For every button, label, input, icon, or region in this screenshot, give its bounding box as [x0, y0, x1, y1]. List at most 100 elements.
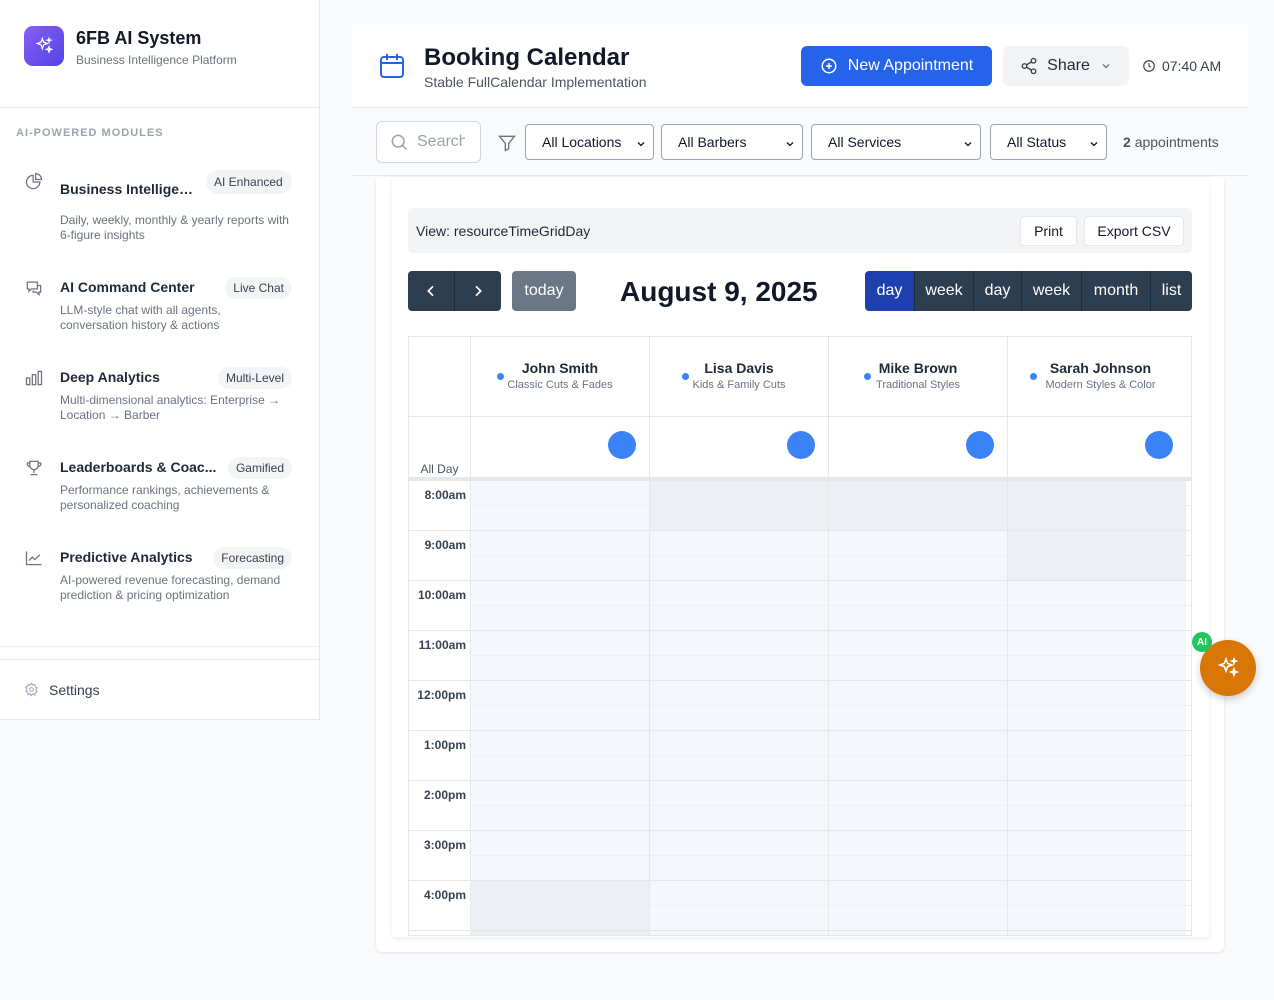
sidebar-item-business-intelligence[interactable]: Business Intelligen... AI Enhanced Daily…: [24, 170, 296, 250]
nav-button-group: [408, 271, 501, 311]
all-day-label: All Day: [420, 462, 459, 476]
location-select[interactable]: All Locations: [525, 124, 654, 160]
sparkles-icon: [1216, 656, 1240, 680]
module-title: Deep Analytics: [60, 369, 160, 385]
all-day-event-dot[interactable]: [787, 431, 815, 459]
clock: 07:40 AM: [1142, 58, 1221, 74]
chat-icon: [24, 278, 44, 298]
pie-chart-icon: [24, 172, 44, 192]
status-select[interactable]: All Status: [990, 124, 1107, 160]
view-week-button-2[interactable]: week: [1021, 271, 1081, 311]
status-select-value: All Status: [1007, 134, 1067, 150]
new-appointment-label: New Appointment: [847, 57, 974, 74]
page-header: Booking Calendar Stable FullCalendar Imp…: [352, 24, 1248, 108]
time-label: 3:00pm: [423, 838, 466, 852]
search-input[interactable]: Search: [376, 121, 481, 163]
resource-dot: [497, 373, 504, 380]
time-label: 4:00pm: [423, 888, 466, 902]
sidebar-item-leaderboards[interactable]: Leaderboards & Coac... Gamified Performa…: [24, 456, 296, 516]
resource-specialty: Modern Styles & Color: [1045, 379, 1156, 391]
section-label: AI-POWERED MODULES: [16, 127, 164, 139]
resource-dot: [682, 373, 689, 380]
time-slots-area: 8:00am 9:00am 10:00am 11:00am 12:00pm 1:…: [409, 480, 1191, 935]
resource-dot: [1030, 373, 1037, 380]
bar-chart-icon: [24, 368, 44, 388]
next-button[interactable]: [454, 271, 500, 311]
sidebar-item-predictive-analytics[interactable]: Predictive Analytics Forecasting AI-powe…: [24, 546, 296, 622]
module-title: Leaderboards & Coac...: [60, 459, 217, 475]
sidebar-item-deep-analytics[interactable]: Deep Analytics Multi-Level Multi-dimensi…: [24, 366, 296, 426]
resource-name: Mike Brown: [878, 360, 958, 376]
brand-header[interactable]: 6FB AI System Business Intelligence Plat…: [0, 0, 319, 108]
module-badge: Forecasting: [213, 547, 292, 569]
module-title: Business Intelligen...: [60, 181, 196, 197]
view-info-bar: View: resourceTimeGridDay Print Export C…: [408, 208, 1192, 253]
share-icon: [1020, 57, 1038, 75]
all-day-event-dot[interactable]: [1145, 431, 1173, 459]
view-switcher: day week day week month list: [865, 271, 1192, 311]
module-badge: Multi-Level: [217, 367, 292, 389]
filter-bar: Search All Locations All Barbers All Ser…: [352, 108, 1248, 176]
time-label: 9:00am: [424, 538, 466, 552]
resource-time-grid: John Smith Classic Cuts & Fades Lisa Dav…: [408, 336, 1192, 936]
barber-select[interactable]: All Barbers: [661, 124, 803, 160]
view-list-button[interactable]: list: [1150, 271, 1192, 311]
module-description: LLM-style chat with all agents, conversa…: [60, 303, 221, 332]
module-badge: Live Chat: [225, 277, 292, 299]
resource-name: Lisa Davis: [704, 360, 774, 376]
page-subtitle: Stable FullCalendar Implementation: [424, 74, 647, 90]
settings-link[interactable]: Settings: [0, 659, 319, 719]
print-button[interactable]: Print: [1020, 216, 1077, 246]
module-badge: AI Enhanced: [206, 170, 292, 194]
chevron-left-icon: [423, 283, 439, 299]
module-title: Predictive Analytics: [60, 549, 193, 565]
view-day-button-2[interactable]: day: [973, 271, 1021, 311]
prev-button[interactable]: [408, 271, 454, 311]
new-appointment-button[interactable]: New Appointment: [801, 46, 992, 86]
appointment-count-label: appointments: [1134, 134, 1219, 150]
location-select-value: All Locations: [542, 134, 622, 150]
module-description: Multi-dimensional analytics: Enterprise …: [60, 393, 281, 422]
resource-header[interactable]: John Smith Classic Cuts & Fades: [470, 337, 649, 416]
today-button[interactable]: today: [512, 271, 576, 311]
resource-column[interactable]: [470, 480, 649, 935]
appointment-count: 2 appointments: [1123, 134, 1219, 150]
all-day-row: All Day: [409, 416, 1191, 481]
calendar-card: View: resourceTimeGridDay Print Export C…: [376, 177, 1224, 952]
resource-header[interactable]: Lisa Davis Kids & Family Cuts: [649, 337, 828, 416]
view-month-button[interactable]: month: [1081, 271, 1150, 311]
settings-label: Settings: [49, 681, 100, 698]
resource-header[interactable]: Mike Brown Traditional Styles: [828, 337, 1007, 416]
export-csv-button[interactable]: Export CSV: [1084, 216, 1184, 246]
view-label: View: resourceTimeGridDay: [416, 223, 591, 239]
chevron-down-icon: [635, 137, 647, 153]
sidebar-item-ai-command-center[interactable]: AI Command Center Live Chat LLM-style ch…: [24, 276, 296, 336]
barber-select-value: All Barbers: [678, 134, 747, 150]
service-select-value: All Services: [828, 134, 902, 150]
search-icon: [389, 132, 409, 152]
share-button[interactable]: Share: [1003, 46, 1129, 86]
gear-icon: [24, 682, 39, 697]
chevron-down-icon: [962, 137, 974, 153]
chevron-down-icon: [784, 137, 796, 153]
resource-dot: [864, 373, 871, 380]
time-label: 1:00pm: [423, 738, 466, 752]
resource-column[interactable]: [828, 480, 1007, 935]
time-label: 2:00pm: [423, 788, 466, 802]
filter-icon[interactable]: [497, 133, 517, 158]
all-day-event-dot[interactable]: [966, 431, 994, 459]
service-select[interactable]: All Services: [811, 124, 981, 160]
time-label: 10:00am: [417, 588, 466, 602]
plus-circle-icon: [820, 57, 838, 75]
time-label: 8:00am: [424, 488, 466, 502]
chevron-down-icon: [1100, 60, 1112, 72]
all-day-event-dot[interactable]: [608, 431, 636, 459]
view-week-button[interactable]: week: [914, 271, 973, 311]
view-day-button[interactable]: day: [865, 271, 914, 311]
module-title: AI Command Center: [60, 279, 195, 295]
resource-column[interactable]: [649, 480, 828, 935]
search-placeholder: Search: [417, 133, 465, 150]
calendar-icon: [378, 52, 406, 80]
resource-header[interactable]: Sarah Johnson Modern Styles & Color: [1007, 337, 1191, 416]
resource-specialty: Traditional Styles: [876, 379, 960, 391]
